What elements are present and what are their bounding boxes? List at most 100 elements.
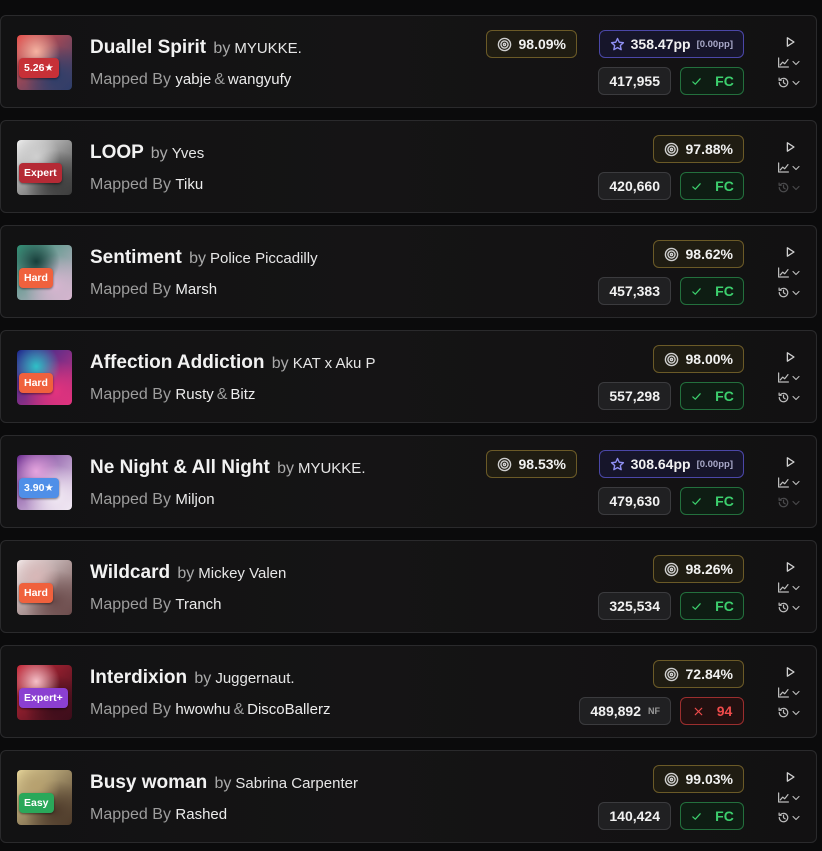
score-row[interactable]: Hard Wildcard by Mickey Valen Mapped By Tra… [0,540,817,633]
score-row[interactable]: Hard Affection Addiction by KAT x Aku P Map… [0,330,817,423]
target-icon [664,772,678,786]
song-title[interactable]: LOOP [90,142,144,163]
play-button[interactable] [783,245,797,259]
mapped-by-label: Mapped By [90,176,171,193]
chevron-down-icon [792,795,800,800]
row-actions [775,121,807,214]
mapper-name[interactable]: DiscoBallerz [247,701,330,718]
mapper-name[interactable]: Tiku [175,176,203,193]
mapper-separator: & [214,71,225,88]
history-dropdown[interactable] [777,391,802,404]
history-dropdown[interactable] [777,706,802,719]
score-row[interactable]: Hard Sentiment by Police Piccadilly Mapped … [0,225,817,318]
play-button[interactable] [783,455,797,469]
song-title[interactable]: Sentiment [90,247,182,268]
score-row[interactable]: Expert LOOP by Yves Mapped By Tiku 97.88% FC 4… [0,120,817,213]
stats-dropdown[interactable] [777,56,802,69]
stats-dropdown[interactable] [777,581,802,594]
play-button[interactable] [783,665,797,679]
check-icon [692,812,701,820]
mapper-line: Mapped By yabje & wangyufy [90,71,291,89]
difficulty-badge: Hard [19,373,53,393]
mapper-name[interactable]: Marsh [175,281,217,298]
mapper-line: Mapped By Rashed [90,806,227,824]
stats-dropdown[interactable] [777,476,802,489]
history-dropdown[interactable] [777,286,802,299]
mapped-by-label: Mapped By [90,281,171,298]
mapper-name[interactable]: wangyufy [228,71,291,88]
chart-icon [778,57,789,68]
mapped-by-label: Mapped By [90,596,171,613]
song-title[interactable]: Duallel Spirit [90,37,206,58]
play-icon [786,352,795,362]
history-dropdown[interactable] [777,601,802,614]
history-dropdown [777,181,802,194]
score-row[interactable]: 3.90★ Ne Night & All Night by MYUKKE. Mappe… [0,435,817,528]
stats-dropdown[interactable] [777,161,802,174]
stats-dropdown[interactable] [777,371,802,384]
mapper-name[interactable]: hwowhu [175,701,230,718]
result-pill: 94 [680,697,744,725]
mapper-name[interactable]: yabje [175,71,211,88]
song-artist: Yves [171,145,205,162]
song-artist: Sabrina Carpenter [235,775,358,792]
accuracy-pill: 98.26% [652,555,744,583]
stats-dropdown[interactable] [777,791,802,804]
accuracy-value: 98.53% [518,456,566,472]
accuracy-value: 97.88% [685,141,733,157]
check-icon [692,602,701,610]
target-icon [664,667,678,681]
play-button[interactable] [783,560,797,574]
mapper-line: Mapped By hwowhu & DiscoBallerz [90,701,330,719]
score-row[interactable]: 5.26★ Duallel Spirit by MYUKKE. Mapped By y… [0,15,817,108]
accuracy-value: 99.03% [685,771,733,787]
stats-dropdown[interactable] [777,266,802,279]
accuracy-value: 72.84% [685,666,733,682]
result-pill: FC [680,67,744,95]
score-pill: 417,955 [598,67,671,95]
result-pill: FC [680,382,744,410]
history-dropdown[interactable] [777,811,802,824]
score-row[interactable]: Expert+ Interdixion by Juggernaut. Mapped B… [0,645,817,738]
score-pill: 325,534 [598,592,671,620]
history-dropdown[interactable] [777,76,802,89]
by-label: by [150,145,168,162]
chevron-down-icon [792,185,800,190]
mapper-name[interactable]: Rusty [175,386,213,403]
chart-icon [778,687,789,698]
score-row[interactable]: Easy Busy woman by Sabrina Carpenter Mapped… [0,750,817,843]
mapper-name[interactable]: Tranch [175,596,221,613]
song-title[interactable]: Interdixion [90,667,187,688]
play-button[interactable] [783,35,797,49]
x-icon [694,707,703,715]
song-title[interactable]: Affection Addiction [90,352,265,373]
mapper-name[interactable]: Bitz [230,386,255,403]
accuracy-pill: 98.00% [652,345,744,373]
chevron-down-icon [792,480,800,485]
pp-value: 358.47pp [630,36,691,52]
chart-icon [778,267,789,278]
score-pill: 489,892 NF [579,697,671,725]
song-title-line: Ne Night & All Night by MYUKKE. [90,457,365,479]
score-pill: 140,424 [598,802,671,830]
result-pill: FC [680,802,744,830]
mapper-name[interactable]: Rashed [175,806,227,823]
result-pill: FC [680,172,744,200]
score-value: 140,424 [609,808,660,824]
song-artist: MYUKKE. [297,460,366,477]
song-title[interactable]: Busy woman [90,772,207,793]
stats-dropdown[interactable] [777,686,802,699]
mapped-by-label: Mapped By [90,386,171,403]
play-button[interactable] [783,770,797,784]
accuracy-pill: 97.88% [652,135,744,163]
song-title[interactable]: Wildcard [90,562,170,583]
mapper-name[interactable]: Miljon [175,491,214,508]
result-value: FC [715,598,734,614]
play-button[interactable] [783,350,797,364]
song-artist: MYUKKE. [234,40,302,57]
modifier-badge: NF [648,706,660,716]
by-label: by [189,250,207,267]
song-title[interactable]: Ne Night & All Night [90,457,270,478]
star-icon [610,37,624,50]
play-button[interactable] [783,140,797,154]
